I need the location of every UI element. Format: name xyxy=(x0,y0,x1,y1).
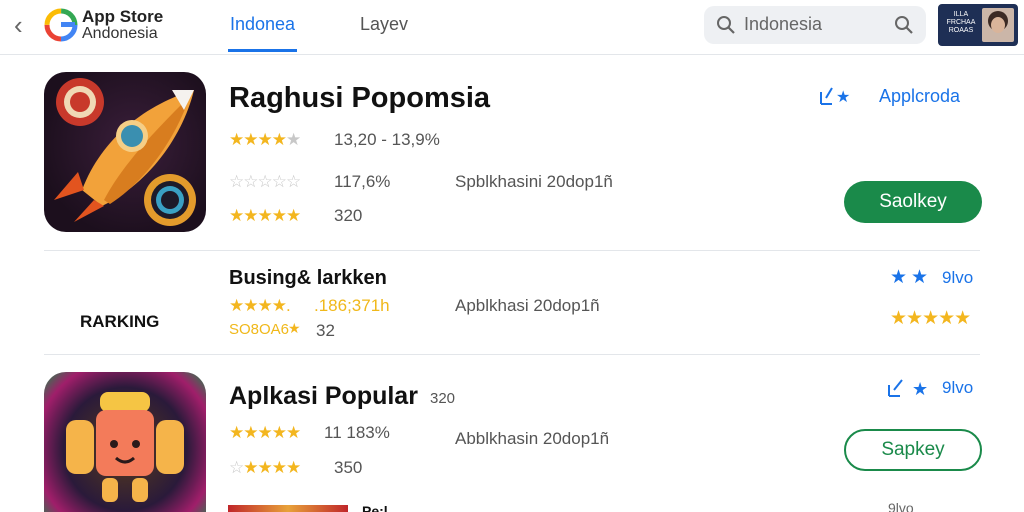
rating-stars: ★★★★★ xyxy=(229,130,301,149)
next-app-icon[interactable] xyxy=(228,505,348,512)
profile-photo xyxy=(982,8,1014,42)
share-star-icon[interactable]: ★ xyxy=(886,376,938,400)
app-subtitle: Abblkhasin 20dop1ñ xyxy=(455,429,610,448)
rating-count: .186;371h xyxy=(314,296,390,315)
developer-link[interactable]: Applcroda xyxy=(879,86,960,107)
search-submit-icon[interactable] xyxy=(894,15,914,35)
rating-star-small: ★ xyxy=(288,320,301,336)
developer-link[interactable]: 9lvo xyxy=(942,378,973,398)
ranking-label: RARKING xyxy=(80,312,160,331)
rating-stars-empty: ☆☆☆☆☆ xyxy=(229,172,301,191)
tab-layev[interactable]: Layev xyxy=(360,14,408,35)
developer-link[interactable]: 9lvo xyxy=(942,268,973,288)
review-count: 350 xyxy=(334,458,363,477)
search-icon xyxy=(717,16,735,34)
app-icon-robot[interactable] xyxy=(44,372,206,512)
app-subtitle: Spblkhasini 20dop1ñ xyxy=(455,172,613,191)
app-subtitle: Apblkhasi 20dop1ñ xyxy=(455,296,600,315)
rocket-icon xyxy=(54,78,196,226)
app-icon-rocket[interactable] xyxy=(44,72,206,232)
rating-percent: 117,6% xyxy=(334,172,391,191)
back-arrow-icon[interactable]: ‹ xyxy=(14,12,23,38)
rating-stars: ★★★★. xyxy=(229,296,291,315)
review-count: 320 xyxy=(334,206,363,225)
share-star-icon[interactable]: ★ xyxy=(818,84,854,108)
robot-icon xyxy=(66,392,184,502)
rating-stars: ★★★★★ xyxy=(890,308,971,329)
rating-stars: ★★★★★ xyxy=(229,206,301,225)
next-app-title[interactable]: Pe:l xyxy=(362,503,388,512)
install-button[interactable]: Saolkey xyxy=(844,181,982,223)
profile-avatar[interactable]: ILLA FRCHAA ROAAS xyxy=(938,4,1018,46)
top-bar: ‹ App Store Andonesia Indonea Layev Indo… xyxy=(0,0,1024,55)
title-suffix: 320 xyxy=(430,390,456,407)
tab-indonea[interactable]: Indonea xyxy=(227,14,298,52)
rating-stars: ☆★★★★ xyxy=(229,458,301,477)
search-input[interactable]: Indonesia xyxy=(744,14,822,35)
svg-text:★: ★ xyxy=(912,379,928,400)
next-app-meta: 9lvo xyxy=(888,500,914,512)
app-title[interactable]: Busing& larkken xyxy=(229,267,387,290)
rating-stars: ★★★★★ xyxy=(229,423,301,442)
svg-text:★: ★ xyxy=(836,87,850,106)
brand-line-2: Andonesia xyxy=(82,25,158,42)
app-title[interactable]: Raghusi Popomsia xyxy=(229,82,490,115)
rating-count: 11 183% xyxy=(324,423,390,442)
divider xyxy=(44,354,980,355)
review-count: 32 xyxy=(316,321,335,340)
app-store-logo-icon xyxy=(44,8,78,42)
rating-count: 13,20 - 13,9% xyxy=(334,130,440,149)
divider xyxy=(44,250,980,251)
avatar-caption: ILLA FRCHAA ROAAS xyxy=(946,11,976,34)
install-button[interactable]: Sapkey xyxy=(844,429,982,471)
brand-line-1: App Store xyxy=(82,7,164,26)
search-bar[interactable]: Indonesia xyxy=(704,6,926,44)
brand-title: App Store Andonesia xyxy=(82,8,163,42)
rating-code: SO8OA6 xyxy=(229,321,290,338)
favorite-stars-icon[interactable]: ★★ xyxy=(890,266,932,289)
app-title[interactable]: Aplkasi Popular xyxy=(229,382,418,411)
